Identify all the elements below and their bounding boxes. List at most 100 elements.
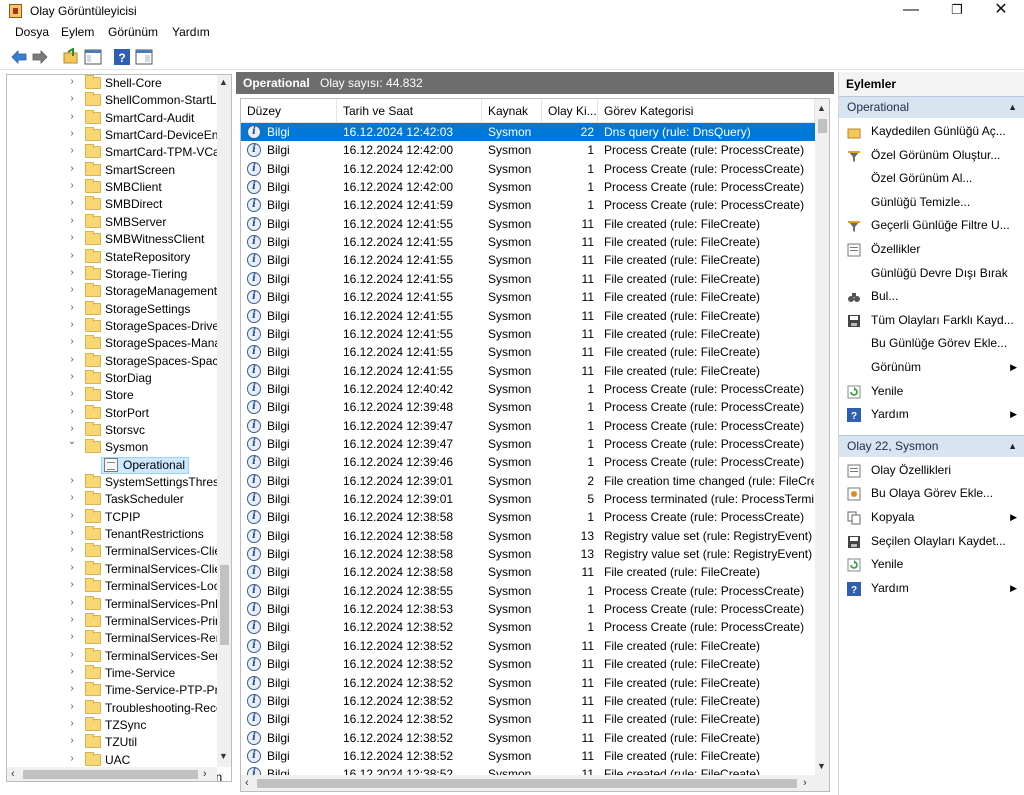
tree-node[interactable]: › TerminalServices-Print — [7, 612, 225, 630]
action-item[interactable]: Olay Özellikleri — [839, 459, 1024, 481]
event-row[interactable]: i Bilgi 16.12.2024 12:38:58 Sysmon 13 Registr… — [241, 545, 815, 563]
tree-node[interactable]: › Storage-Tiering — [7, 265, 221, 283]
chevron-right-icon[interactable]: › — [67, 735, 77, 746]
chevron-down-icon[interactable]: ⌄ — [67, 436, 77, 447]
event-row[interactable]: i Bilgi 16.12.2024 12:41:55 Sysmon 11 File cr… — [241, 251, 815, 269]
tree-node[interactable]: › ShellCommon-StartLa — [7, 92, 223, 109]
tree-node[interactable]: › StorPort — [7, 404, 221, 422]
grid-horizontal-scrollbar[interactable]: ‹ › — [241, 775, 829, 791]
tree-node[interactable]: › Time-Service-PTP-Pro — [7, 682, 225, 699]
action-item[interactable]: ? Yardım ▶ — [839, 403, 1024, 425]
event-row[interactable]: i Bilgi 16.12.2024 12:38:52 Sysmon 11 File cr… — [241, 729, 815, 747]
chevron-right-icon[interactable]: › — [67, 197, 77, 208]
chevron-right-icon[interactable]: › — [67, 718, 77, 729]
event-row[interactable]: i Bilgi 16.12.2024 12:38:52 Sysmon 11 File cr… — [241, 674, 815, 692]
action-item[interactable]: Görünüm ▶ — [839, 356, 1024, 378]
event-row[interactable]: i Bilgi 16.12.2024 12:38:58 Sysmon 11 File cr… — [241, 563, 815, 581]
console-tree-icon[interactable] — [84, 48, 102, 66]
tree-node[interactable]: › TCPIP — [7, 508, 221, 526]
help-icon[interactable]: ? — [113, 48, 131, 66]
event-row[interactable]: i Bilgi 16.12.2024 12:38:58 Sysmon 13 Registr… — [241, 527, 815, 545]
action-item[interactable]: ? Yardım ▶ — [839, 577, 1024, 599]
action-item[interactable]: Özel Görünüm Al... — [839, 167, 1024, 189]
chevron-right-icon[interactable]: › — [67, 510, 77, 521]
chevron-right-icon[interactable]: › — [67, 319, 77, 330]
event-row[interactable]: i Bilgi 16.12.2024 12:38:58 Sysmon 1 Process … — [241, 508, 815, 526]
event-row[interactable]: i Bilgi 16.12.2024 12:39:01 Sysmon 2 File cre… — [241, 472, 815, 490]
event-row[interactable]: i Bilgi 16.12.2024 12:41:55 Sysmon 11 File cr… — [241, 362, 815, 380]
tree-node[interactable]: › TZSync — [7, 716, 221, 734]
actions-section-operational[interactable]: Operational ▲ — [839, 96, 1024, 118]
event-row[interactable]: i Bilgi 16.12.2024 12:41:55 Sysmon 11 File cr… — [241, 288, 815, 306]
tree-node-operational[interactable]: Operational — [7, 456, 221, 474]
event-row[interactable]: i Bilgi 16.12.2024 12:38:52 Sysmon 11 File cr… — [241, 655, 815, 673]
tree-node[interactable]: › TerminalServices-Loca — [7, 578, 226, 595]
event-row[interactable]: i Bilgi 16.12.2024 12:41:55 Sysmon 11 File cr… — [241, 215, 815, 233]
chevron-right-icon[interactable]: › — [67, 666, 77, 677]
tree-hscroll-thumb[interactable] — [23, 770, 198, 779]
tree-node[interactable]: › TenantRestrictions — [7, 526, 221, 543]
event-row[interactable]: i Bilgi 16.12.2024 12:38:52 Sysmon 11 File cr… — [241, 765, 815, 775]
back-arrow-icon[interactable] — [10, 48, 28, 66]
event-row[interactable]: i Bilgi 16.12.2024 12:41:55 Sysmon 11 File cr… — [241, 325, 815, 343]
column-header-duzey[interactable]: Düzey — [241, 99, 337, 123]
tree-node[interactable]: › SMBWitnessClient — [7, 231, 221, 248]
action-item[interactable]: Seçilen Olayları Kaydet... — [839, 530, 1024, 552]
tree-node[interactable]: › Time-Service — [7, 664, 221, 682]
tree-horizontal-scrollbar[interactable]: ‹ › — [7, 767, 217, 781]
event-row[interactable]: i Bilgi 16.12.2024 12:38:52 Sysmon 11 File cr… — [241, 692, 815, 710]
grid-vertical-scrollbar[interactable]: ▲ ▼ — [815, 99, 829, 775]
chevron-right-icon[interactable]: › — [67, 371, 77, 382]
chevron-right-icon[interactable]: › — [67, 302, 77, 313]
chevron-right-icon[interactable]: › — [67, 93, 77, 104]
tree-node[interactable]: › StorDiag — [7, 369, 221, 387]
tree-node[interactable]: › SmartCard-DeviceEnu — [7, 127, 225, 144]
event-row[interactable]: i Bilgi 16.12.2024 12:42:03 Sysmon 22 Dns que… — [241, 123, 815, 142]
chevron-right-icon[interactable]: › — [67, 145, 77, 156]
tree-node[interactable]: › StorageSpaces-SpaceM — [7, 352, 231, 370]
action-item[interactable]: Geçerli Günlüğe Filtre U... — [839, 214, 1024, 236]
chevron-right-icon[interactable]: › — [67, 527, 77, 538]
chevron-right-icon[interactable]: › — [67, 388, 77, 399]
tree-node[interactable]: › TerminalServices-Serv — [7, 647, 225, 665]
chevron-right-icon[interactable]: › — [67, 406, 77, 417]
action-item[interactable]: Kaydedilen Günlüğü Aç... — [839, 120, 1024, 142]
minimize-button[interactable]: — — [888, 0, 934, 22]
grid-hscroll-thumb[interactable] — [257, 779, 797, 788]
event-row[interactable]: i Bilgi 16.12.2024 12:41:59 Sysmon 1 Process … — [241, 196, 815, 214]
tree-node[interactable]: › SystemSettingsThresh — [7, 474, 226, 491]
chevron-right-icon[interactable]: › — [67, 128, 77, 139]
column-header-gorev-kategorisi[interactable]: Görev Kategorisi — [598, 99, 815, 123]
action-item[interactable]: Yenile — [839, 553, 1024, 575]
column-header-kaynak[interactable]: Kaynak — [482, 99, 542, 123]
chevron-right-icon[interactable]: › — [67, 76, 77, 87]
event-row[interactable]: i Bilgi 16.12.2024 12:38:52 Sysmon 11 File cr… — [241, 637, 815, 655]
chevron-right-icon[interactable]: › — [67, 597, 77, 608]
tree-node[interactable]: › StorageSettings — [7, 300, 221, 318]
chevron-right-icon[interactable]: › — [67, 649, 77, 660]
tree-node[interactable]: › TerminalServices-PnPl — [7, 595, 226, 613]
tree-node[interactable]: › Shell-Core — [7, 75, 221, 92]
event-row[interactable]: i Bilgi 16.12.2024 12:42:00 Sysmon 1 Process … — [241, 160, 815, 178]
tree-node[interactable]: › SmartCard-TPM-VCar — [7, 144, 224, 161]
tree-vertical-scrollbar[interactable]: ▲ ▼ — [217, 75, 231, 767]
event-row[interactable]: i Bilgi 16.12.2024 12:38:52 Sysmon 11 File cr… — [241, 747, 815, 765]
event-row[interactable]: i Bilgi 16.12.2024 12:39:01 Sysmon 5 Process … — [241, 490, 815, 508]
action-item[interactable]: Bul... — [839, 285, 1024, 307]
action-item[interactable]: Günlüğü Devre Dışı Bırak — [839, 262, 1024, 284]
forward-arrow-icon[interactable] — [31, 48, 49, 66]
menu-yardim[interactable]: Yardım — [172, 25, 210, 39]
action-item[interactable]: Kopyala ▶ — [839, 506, 1024, 528]
event-row[interactable]: i Bilgi 16.12.2024 12:38:52 Sysmon 11 File cr… — [241, 710, 815, 728]
action-item[interactable]: Günlüğü Temizle... — [839, 191, 1024, 213]
event-row[interactable]: i Bilgi 16.12.2024 12:41:55 Sysmon 11 File cr… — [241, 343, 815, 361]
event-row[interactable]: i Bilgi 16.12.2024 12:42:00 Sysmon 1 Process … — [241, 141, 815, 159]
action-item[interactable]: Bu Günlüğe Görev Ekle... — [839, 332, 1024, 354]
chevron-right-icon[interactable]: › — [67, 701, 77, 712]
collapse-icon[interactable]: ▲ — [1008, 436, 1017, 457]
tree-node[interactable]: › TerminalServices-Clier — [7, 543, 225, 560]
open-folder-icon[interactable] — [62, 48, 80, 66]
tree-node[interactable]: › Store — [7, 387, 221, 404]
menu-dosya[interactable]: Dosya — [15, 25, 49, 39]
tree-node[interactable]: › Storsvc — [7, 422, 221, 439]
